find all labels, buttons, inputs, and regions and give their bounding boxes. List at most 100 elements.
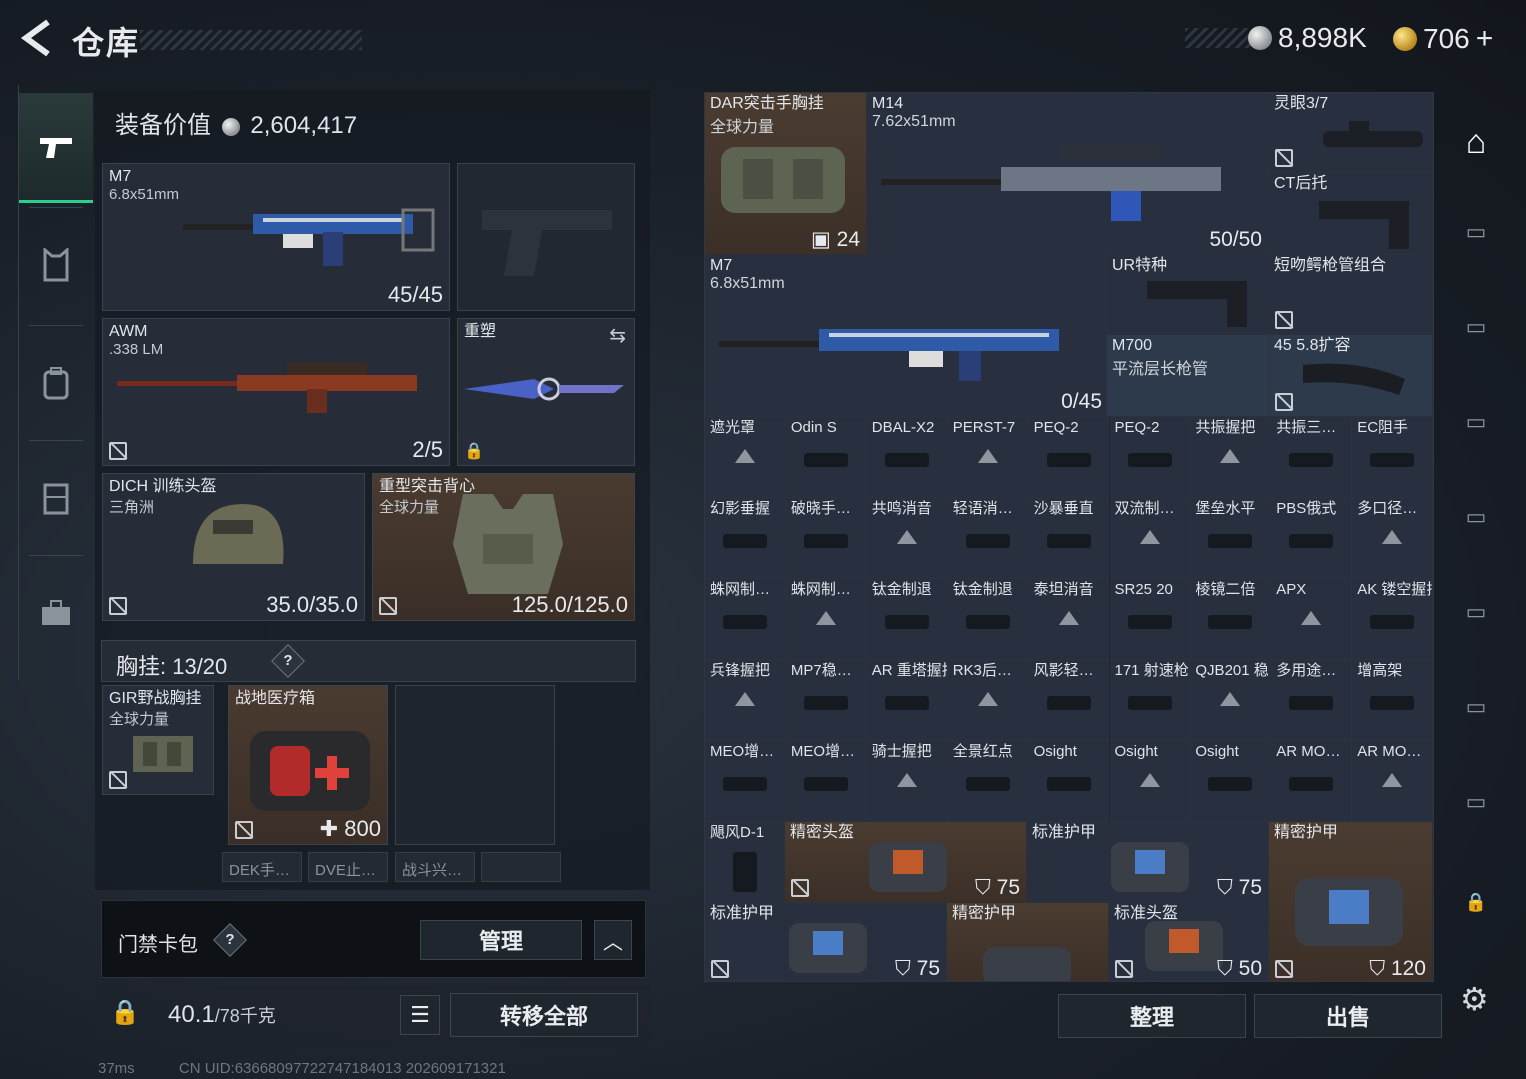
stash-attachment-cell[interactable]: 堡垒水平 (1190, 498, 1272, 579)
stash-attachment-cell[interactable]: MEO增… (705, 741, 786, 822)
gold-currency[interactable]: 706 + (1393, 22, 1493, 56)
stash-attachment-cell[interactable]: AR MO… (1352, 741, 1433, 822)
stash-page-2-icon[interactable]: ▭ (1447, 287, 1505, 367)
stash-item-standard-helmet[interactable]: 标准头盔 ⛉ 50 (1109, 903, 1269, 981)
collapse-button[interactable]: ︿ (594, 920, 632, 960)
stash-attachment-cell[interactable]: 兵锋握把 (705, 660, 786, 741)
stash-attachment-cell[interactable]: 蛛网制… (785, 579, 867, 660)
awm-slot[interactable]: AWM .338 LM 2/5 (102, 318, 450, 466)
stash-attachment-cell[interactable]: PEQ-2 (1109, 417, 1191, 498)
stash-attachment-cell[interactable]: 幻影垂握 (705, 498, 786, 579)
stash-page-6-icon[interactable]: ▭ (1447, 667, 1505, 747)
stash-attachment-cell[interactable]: DBAL-X2 (866, 417, 948, 498)
stash-attachment-cell[interactable]: AR MO… (1271, 741, 1353, 822)
stash-attachment-cell[interactable]: 沙暴垂直 (1028, 498, 1110, 579)
pocket-tab-3[interactable]: 战斗兴… (395, 852, 475, 882)
stash-attachment-cell[interactable]: 共振三… (1271, 417, 1353, 498)
stash-attachment-cell[interactable]: 多口径… (1352, 498, 1433, 579)
stash-attachment-cell[interactable]: MEO增… (785, 741, 867, 822)
stash-attachment-cell[interactable]: 多用途… (1271, 660, 1353, 741)
stash-attachment-cell[interactable]: QJB201 稳固导气 (1190, 660, 1272, 741)
stash-item-standard-armor-1[interactable]: 标准护甲 ⛉ 75 (1027, 822, 1269, 903)
nav-armor[interactable] (19, 210, 93, 320)
stash-attachment-cell[interactable]: 全景红点 (947, 741, 1029, 822)
stash-attachment-cell[interactable]: RK3后… (947, 660, 1029, 741)
sidearm-slot[interactable] (457, 163, 635, 311)
stash-item-mag[interactable]: 45 5.8扩容 (1269, 335, 1433, 417)
empty-pocket-slot[interactable] (395, 685, 555, 845)
stash-attachment-cell[interactable]: APX (1271, 579, 1353, 660)
stash-page-1-icon[interactable]: ▭ (1447, 192, 1505, 272)
stash-attachment-cell[interactable]: 泰坦消音 (1028, 579, 1110, 660)
back-arrow-icon[interactable] (18, 18, 56, 58)
stash-attachment-cell[interactable]: PEQ-2 (1028, 417, 1110, 498)
pocket-tab-2[interactable]: DVE止… (308, 852, 388, 882)
stash-attachment-cell[interactable]: AK 镂空握把 (1352, 579, 1433, 660)
pocket-tab-4[interactable] (481, 852, 561, 882)
stash-attachment-cell[interactable]: 破晓手… (785, 498, 867, 579)
manage-button[interactable]: 管理 (420, 920, 582, 960)
stash-item-barrel[interactable]: 短吻鳄枪管组合 (1269, 255, 1433, 335)
stash-item-scope[interactable]: 灵眼3/7 (1269, 93, 1433, 173)
sell-button[interactable]: 出售 (1254, 994, 1442, 1038)
stash-item-ur-stock[interactable]: UR特种 (1107, 255, 1269, 335)
rig-item-slot[interactable]: GIR野战胸挂 全球力量 (102, 685, 214, 795)
stash-attachment-cell[interactable]: 钛金制退 (947, 579, 1029, 660)
stash-attachment-cell[interactable]: PERST-7 (947, 417, 1029, 498)
stash-attachment-cell[interactable]: 双流制… (1109, 498, 1191, 579)
add-currency-button[interactable]: + (1476, 22, 1494, 56)
armor-slot[interactable]: 重型突击背心 全球力量 125.0/125.0 (372, 473, 635, 621)
transfer-all-button[interactable]: 转移全部 (450, 993, 638, 1037)
stash-attachment-cell[interactable]: Osight (1190, 741, 1272, 822)
stash-attachment-cell[interactable]: 增高架 (1352, 660, 1433, 741)
stash-page-5-icon[interactable]: ▭ (1447, 572, 1505, 652)
stash-attachment-cell[interactable]: 骑士握把 (866, 741, 948, 822)
helmet-slot[interactable]: DICH 训练头盔 三角洲 35.0/35.0 (102, 473, 365, 621)
nav-rig[interactable] (19, 443, 93, 553)
stash-attachment-cell[interactable]: PBS俄式 (1271, 498, 1353, 579)
nav-weapons[interactable] (19, 93, 93, 203)
list-view-button[interactable]: ☰ (400, 995, 440, 1035)
stash-item-standard-armor-2[interactable]: 标准护甲 ⛉ 75 (705, 903, 947, 981)
melee-slot[interactable]: 重塑 ⇆ 🔒 (457, 318, 635, 466)
stash-item-precision-helmet[interactable]: 精密头盔 ⛉ 75 (785, 822, 1027, 903)
stash-item-dar-rig[interactable]: DAR突击手胸挂 全球力量 ▣ 24 (705, 93, 867, 255)
medkit-slot[interactable]: 战地医疗箱 ✚ 800 (228, 685, 388, 845)
stash-attachment-cell[interactable]: Osight (1028, 741, 1110, 822)
stash-attachment-cell[interactable]: AR 重塔握把 (866, 660, 948, 741)
nav-case[interactable] (19, 558, 93, 668)
stash-attachment-cell[interactable]: 171 射速枪机 (1109, 660, 1191, 741)
stash-attachment-cell[interactable]: 轻语消… (947, 498, 1029, 579)
stash-attachment-cell[interactable]: SR25 20 (1109, 579, 1191, 660)
stash-attachment-cell[interactable]: 遮光罩 (705, 417, 786, 498)
stash-attachment-cell[interactable]: 蛛网制… (705, 579, 786, 660)
stash-page-4-icon[interactable]: ▭ (1447, 477, 1505, 557)
pocket-tab-1[interactable]: DEK手… (222, 852, 302, 882)
stash-attachment-cell[interactable]: 共振握把 (1190, 417, 1272, 498)
sort-button[interactable]: 整理 (1058, 994, 1246, 1038)
stash-item-precision-armor-2[interactable]: 精密护甲 (947, 903, 1109, 981)
stash-item-m7[interactable]: M7 6.8x51mm 0/45 (705, 255, 1107, 417)
stash-item-precision-armor-1[interactable]: 精密护甲 ⛉ 120 (1269, 822, 1433, 981)
stash-attachment-cell[interactable]: Osight (1109, 741, 1191, 822)
swap-icon[interactable]: ⇆ (609, 323, 626, 348)
primary-weapon-slot[interactable]: M7 6.8x51mm 45/45 (102, 163, 450, 311)
attachment-name: Osight (1114, 743, 1158, 760)
stash-item-stock[interactable]: CT后托 (1269, 173, 1433, 255)
stash-attachment-cell[interactable]: 钛金制退 (866, 579, 948, 660)
stash-attachment-cell[interactable]: 共鸣消音 (866, 498, 948, 579)
stash-item-m14[interactable]: M14 7.62x51mm 50/50 (867, 93, 1269, 255)
stash-page-7-icon[interactable]: ▭ (1447, 762, 1505, 842)
stash-item-hurricane[interactable]: 飓风D-1 (705, 822, 785, 903)
stash-attachment-cell[interactable]: EC阻手 (1352, 417, 1433, 498)
locked-page-icon[interactable]: 🔒 (1447, 862, 1505, 942)
stash-attachment-cell[interactable]: Odin S (785, 417, 867, 498)
stash-attachment-cell[interactable]: MP7稳… (785, 660, 867, 741)
stash-item-m700-barrel[interactable]: M700 平流层长枪管 (1107, 335, 1269, 417)
stash-page-3-icon[interactable]: ▭ (1447, 382, 1505, 462)
stash-attachment-cell[interactable]: 风影轻… (1028, 660, 1110, 741)
stash-home-icon[interactable]: ⌂ (1447, 102, 1505, 182)
settings-gear-icon[interactable]: ⚙ (1460, 980, 1489, 1018)
stash-attachment-cell[interactable]: 棱镜二倍 (1190, 579, 1272, 660)
nav-backpack[interactable] (19, 328, 93, 438)
